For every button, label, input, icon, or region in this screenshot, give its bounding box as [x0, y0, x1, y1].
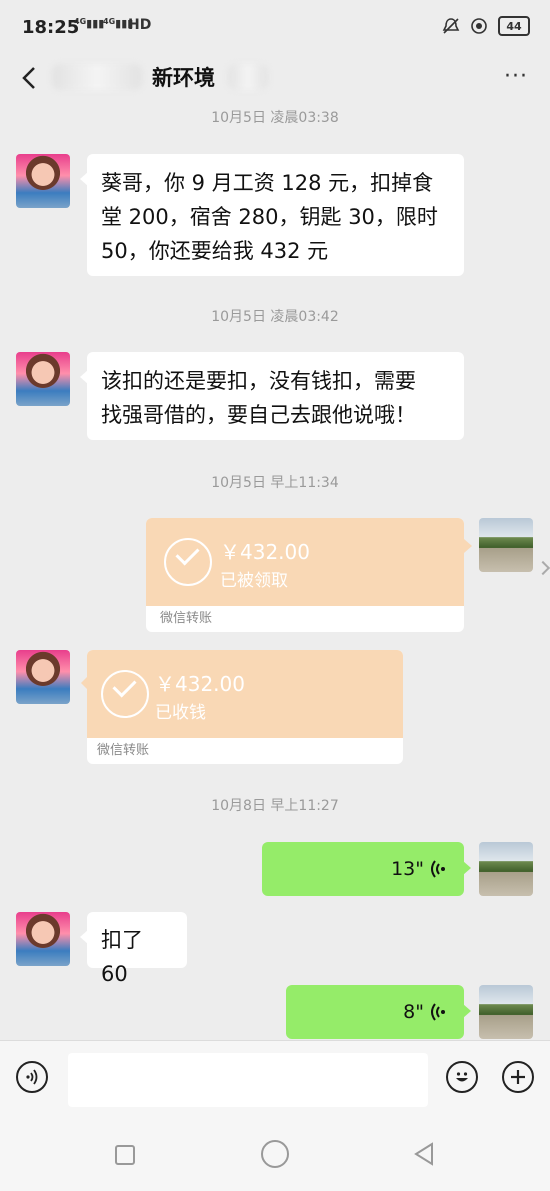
- message-bubble[interactable]: 扣了 60: [80, 912, 187, 986]
- blurred-name-area-2: [228, 64, 268, 90]
- blurred-name-area: [52, 64, 142, 90]
- my-avatar[interactable]: [479, 518, 533, 572]
- transfer-label: 微信转账: [97, 743, 150, 758]
- battery-icon: 44: [498, 16, 530, 36]
- message-line: 堂 200，宿舍 280，钥匙 30，限时: [101, 205, 438, 229]
- status-bar: 18:25 4G▮▮▮ 4G▮▮▮ HD 44: [0, 0, 550, 56]
- check-circle-icon: [164, 538, 212, 586]
- contact-avatar[interactable]: [16, 154, 70, 208]
- headset-icon: [471, 18, 487, 34]
- smiley-face-icon: [456, 1072, 468, 1082]
- message-line: 50，你还要给我 432 元: [101, 239, 329, 263]
- transfer-status: 已收钱: [155, 703, 206, 723]
- message-line: 葵哥，你 9 月工资 128 元，扣掉食: [101, 171, 434, 195]
- message-bubble[interactable]: 葵哥，你 9 月工资 128 元，扣掉食 堂 200，宿舍 280，钥匙 30，…: [80, 154, 464, 276]
- triangle-back-icon[interactable]: [412, 1142, 436, 1166]
- transfer-card-sent[interactable]: ￥432.00 已被领取 微信转账: [146, 518, 464, 632]
- my-avatar[interactable]: [479, 842, 533, 896]
- timestamp: 10月5日 凌晨03:42: [211, 309, 339, 325]
- timestamp: 10月5日 凌晨03:38: [211, 110, 339, 126]
- timestamp: 10月5日 早上11:34: [211, 475, 339, 491]
- voice-duration: 8": [403, 1001, 424, 1023]
- voice-wave-icon: [26, 1069, 38, 1085]
- voice-message[interactable]: 13": [262, 842, 471, 896]
- plus-icon[interactable]: [502, 1061, 534, 1093]
- contact-avatar[interactable]: [16, 352, 70, 406]
- message-line: 找强哥借的，要自己去跟他说哦！: [101, 403, 416, 427]
- circle-home-icon[interactable]: [261, 1140, 289, 1168]
- timestamp: 10月8日 早上11:27: [211, 798, 339, 814]
- transfer-label: 微信转账: [160, 611, 213, 626]
- more-options-button[interactable]: ···: [504, 66, 528, 88]
- back-button[interactable]: [14, 62, 46, 94]
- message-line: 扣了 60: [101, 928, 143, 986]
- my-avatar[interactable]: [479, 985, 533, 1039]
- contact-avatar[interactable]: [16, 650, 70, 704]
- emoji-icon[interactable]: [446, 1061, 478, 1093]
- contact-avatar[interactable]: [16, 912, 70, 966]
- chevron-right-icon: [535, 560, 550, 576]
- voice-input-icon[interactable]: [16, 1061, 48, 1093]
- message-line: 该扣的还是要扣，没有钱扣，需要: [101, 369, 416, 393]
- hd-icon: HD: [128, 17, 152, 33]
- battery-level: 44: [506, 19, 522, 33]
- status-time: 18:25: [22, 17, 80, 38]
- check-circle-icon: [101, 670, 149, 718]
- transfer-amount: ￥432.00: [155, 672, 245, 696]
- plus-sign-icon: [511, 1070, 525, 1084]
- transfer-card-received[interactable]: ￥432.00 已收钱 微信转账: [81, 650, 403, 764]
- signal-icon: 4G▮▮▮: [74, 17, 105, 30]
- transfer-amount: ￥432.00: [220, 540, 310, 564]
- mute-bell-icon: [442, 18, 460, 34]
- message-bubble[interactable]: 该扣的还是要扣，没有钱扣，需要 找强哥借的，要自己去跟他说哦！: [80, 352, 464, 440]
- voice-wave-icon: [431, 1003, 445, 1021]
- bubble-tail: [464, 539, 472, 553]
- transfer-status: 已被领取: [220, 571, 288, 591]
- message-input[interactable]: [68, 1053, 428, 1107]
- input-bar: [0, 1040, 550, 1119]
- system-nav-bar: [0, 1118, 550, 1191]
- chat-header: 新环境 ···: [0, 56, 550, 100]
- voice-wave-icon: [431, 860, 445, 878]
- voice-duration: 13": [391, 858, 424, 880]
- square-recent-icon[interactable]: [115, 1145, 135, 1165]
- voice-message[interactable]: 8": [286, 985, 471, 1039]
- chat-title: 新环境: [152, 66, 215, 90]
